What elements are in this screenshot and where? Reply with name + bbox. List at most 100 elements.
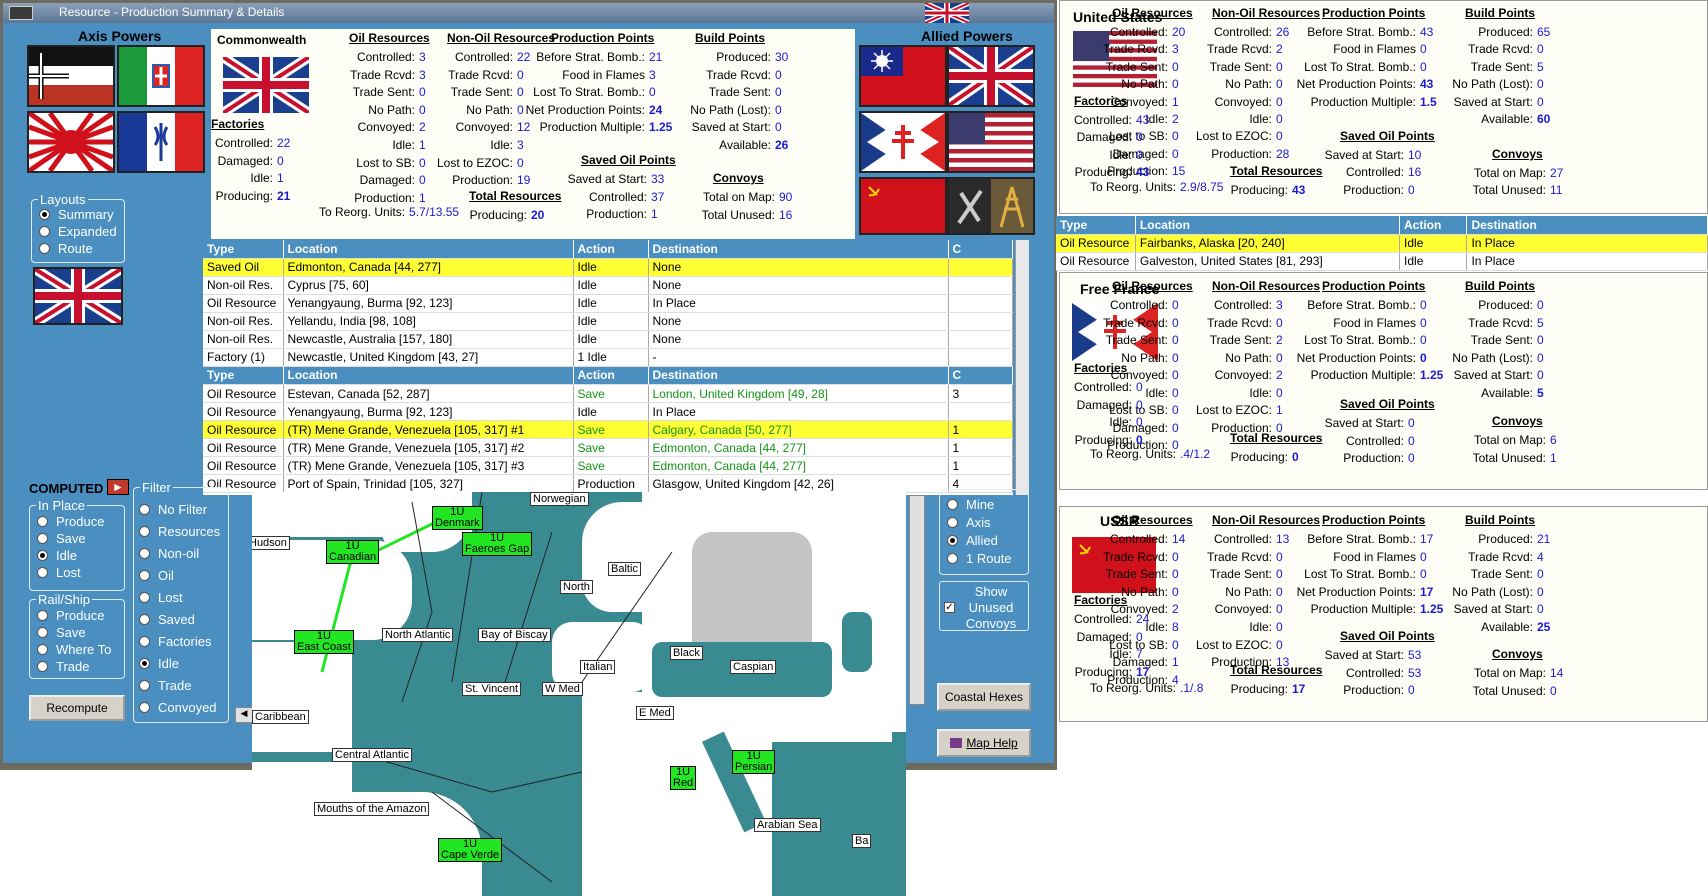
railship-option[interactable]: Where To <box>37 641 111 658</box>
column-header[interactable]: Destination <box>648 240 949 259</box>
sea-zone-label[interactable]: W Med <box>542 682 583 696</box>
column-header[interactable]: Location <box>1135 216 1401 235</box>
convoy-marker[interactable]: 1U Denmark <box>432 506 483 530</box>
flag-uk[interactable] <box>947 45 1035 107</box>
column-header[interactable]: Location <box>283 240 574 259</box>
sea-zone-label[interactable]: Caribbean <box>252 710 309 724</box>
scope-option[interactable]: Allied <box>947 532 1012 550</box>
radio-button[interactable] <box>139 504 150 515</box>
layouts-option[interactable]: Summary <box>39 206 117 223</box>
railship-option[interactable]: Trade <box>37 658 111 675</box>
sea-zone-label[interactable]: Ba <box>852 834 872 848</box>
sea-zone-label[interactable]: North <box>560 580 593 594</box>
sea-zone-label[interactable]: Mouths of the Amazon <box>314 802 430 816</box>
radio-button[interactable] <box>139 636 150 647</box>
table-row[interactable]: Oil Resource (TR) Mene Grande, Venezuela … <box>203 456 1013 475</box>
column-header[interactable]: Action <box>573 240 649 259</box>
filter-option[interactable]: Convoyed <box>139 697 220 719</box>
layouts-option[interactable]: Route <box>39 240 117 257</box>
inplace-option[interactable]: Save <box>37 530 104 547</box>
sea-zone-label[interactable]: Baltic <box>608 562 641 576</box>
convoy-marker[interactable]: 1U Faeroes Gap <box>462 532 533 556</box>
inplace-option[interactable]: Produce <box>37 513 104 530</box>
filter-option[interactable]: Idle <box>139 653 220 675</box>
flag-free-france[interactable] <box>859 111 947 173</box>
radio-button[interactable] <box>947 517 958 528</box>
railship-option[interactable]: Produce <box>37 607 111 624</box>
radio-button[interactable] <box>39 209 50 220</box>
filter-option[interactable]: Non-oil <box>139 543 220 565</box>
map-vscroll[interactable] <box>909 495 925 705</box>
filter-option[interactable]: Factories <box>139 631 220 653</box>
column-header[interactable]: Action <box>573 366 649 385</box>
column-header[interactable]: Location <box>283 366 574 385</box>
radio-button[interactable] <box>947 553 958 564</box>
sea-zone-label[interactable]: Arabian Sea <box>754 818 821 832</box>
convoy-marker[interactable]: 1U East Coast <box>294 630 354 654</box>
flag-ussr[interactable] <box>859 177 947 235</box>
column-header[interactable]: Destination <box>1466 216 1708 235</box>
flag-united-states[interactable] <box>947 111 1035 173</box>
filter-option[interactable]: Oil <box>139 565 220 587</box>
table-row[interactable]: Oil Resource Fairbanks, Alaska [20, 240] I… <box>1056 234 1708 253</box>
column-header[interactable]: Action <box>1399 216 1468 235</box>
convoy-marker[interactable]: 1U Canadian <box>326 540 380 564</box>
radio-button[interactable] <box>139 526 150 537</box>
map-hscroll-left[interactable]: ◀ <box>235 707 253 723</box>
column-header[interactable]: Destination <box>648 366 949 385</box>
sea-zone-label[interactable]: E Med <box>636 706 674 720</box>
table-scrollbar[interactable] <box>1015 240 1029 495</box>
radio-button[interactable] <box>139 548 150 559</box>
radio-button[interactable] <box>37 610 48 621</box>
scope-option[interactable]: 1 Route <box>947 550 1012 568</box>
map-help-button[interactable]: Map Help <box>937 729 1031 757</box>
railship-option[interactable]: Save <box>37 624 111 641</box>
radio-button[interactable] <box>139 570 150 581</box>
filter-option[interactable]: Resources <box>139 521 220 543</box>
filter-option[interactable]: Saved <box>139 609 220 631</box>
recompute-button[interactable]: Recompute <box>29 695 125 721</box>
radio-button[interactable] <box>947 535 958 546</box>
show-unused-convoys[interactable]: ✓ Show Unused Convoys <box>939 581 1029 631</box>
radio-button[interactable] <box>37 627 48 638</box>
radio-button[interactable] <box>37 644 48 655</box>
table-row[interactable]: Oil Resource (TR) Mene Grande, Venezuela … <box>203 420 1013 439</box>
table-row[interactable]: Non-oil Res. Cyprus [75, 60] Idle None <box>203 276 1013 295</box>
sea-zone-label[interactable]: Caspian <box>730 660 777 674</box>
convoy-marker[interactable]: 1U Cape Verde <box>438 838 503 862</box>
radio-button[interactable] <box>39 226 50 237</box>
coastal-hexes-button[interactable]: Coastal Hexes <box>937 683 1031 711</box>
sea-zone-label[interactable]: Hudson <box>252 536 290 550</box>
inplace-option[interactable]: Lost <box>37 564 104 581</box>
world-map[interactable]: Norwegian Hudson Baltic North North Atlantic… <box>252 492 906 896</box>
table-row[interactable]: Non-oil Res. Yellandu, India [98, 108] Idl… <box>203 312 1013 331</box>
sea-zone-label[interactable]: Black <box>670 646 703 660</box>
computed-arrow-button[interactable]: ► <box>107 479 129 495</box>
table-row[interactable]: Factory (1) Newcastle, United Kingdom [43… <box>203 348 1013 367</box>
radio-button[interactable] <box>37 516 48 527</box>
table-row[interactable]: Oil Resource (TR) Mene Grande, Venezuela … <box>203 438 1013 457</box>
filter-option[interactable]: No Filter <box>139 499 220 521</box>
column-header[interactable]: C <box>948 366 1013 385</box>
radio-button[interactable] <box>39 243 50 254</box>
convoy-marker[interactable]: 1U Persian <box>732 750 776 774</box>
radio-button[interactable] <box>139 702 150 713</box>
sea-zone-label[interactable]: North Atlantic <box>382 628 454 642</box>
show-unused-checkbox[interactable]: ✓ <box>944 602 955 613</box>
radio-button[interactable] <box>37 661 48 672</box>
filter-option[interactable]: Trade <box>139 675 220 697</box>
filter-option[interactable]: Lost <box>139 587 220 609</box>
sea-zone-label[interactable]: Bay of Biscay <box>478 628 551 642</box>
table-row[interactable]: Saved Oil Edmonton, Canada [44, 277] Idle N… <box>203 258 1013 277</box>
flag-italy[interactable] <box>117 45 205 107</box>
radio-button[interactable] <box>139 680 150 691</box>
layouts-option[interactable]: Expanded <box>39 223 117 240</box>
flag-germany[interactable] <box>27 45 115 107</box>
sea-zone-label[interactable]: Norwegian <box>530 492 589 506</box>
column-header[interactable]: Type <box>203 240 284 259</box>
column-header[interactable]: Type <box>203 366 284 385</box>
radio-button[interactable] <box>139 658 150 669</box>
radio-button[interactable] <box>947 499 958 510</box>
column-header[interactable]: C <box>948 240 1013 259</box>
radio-button[interactable] <box>139 592 150 603</box>
